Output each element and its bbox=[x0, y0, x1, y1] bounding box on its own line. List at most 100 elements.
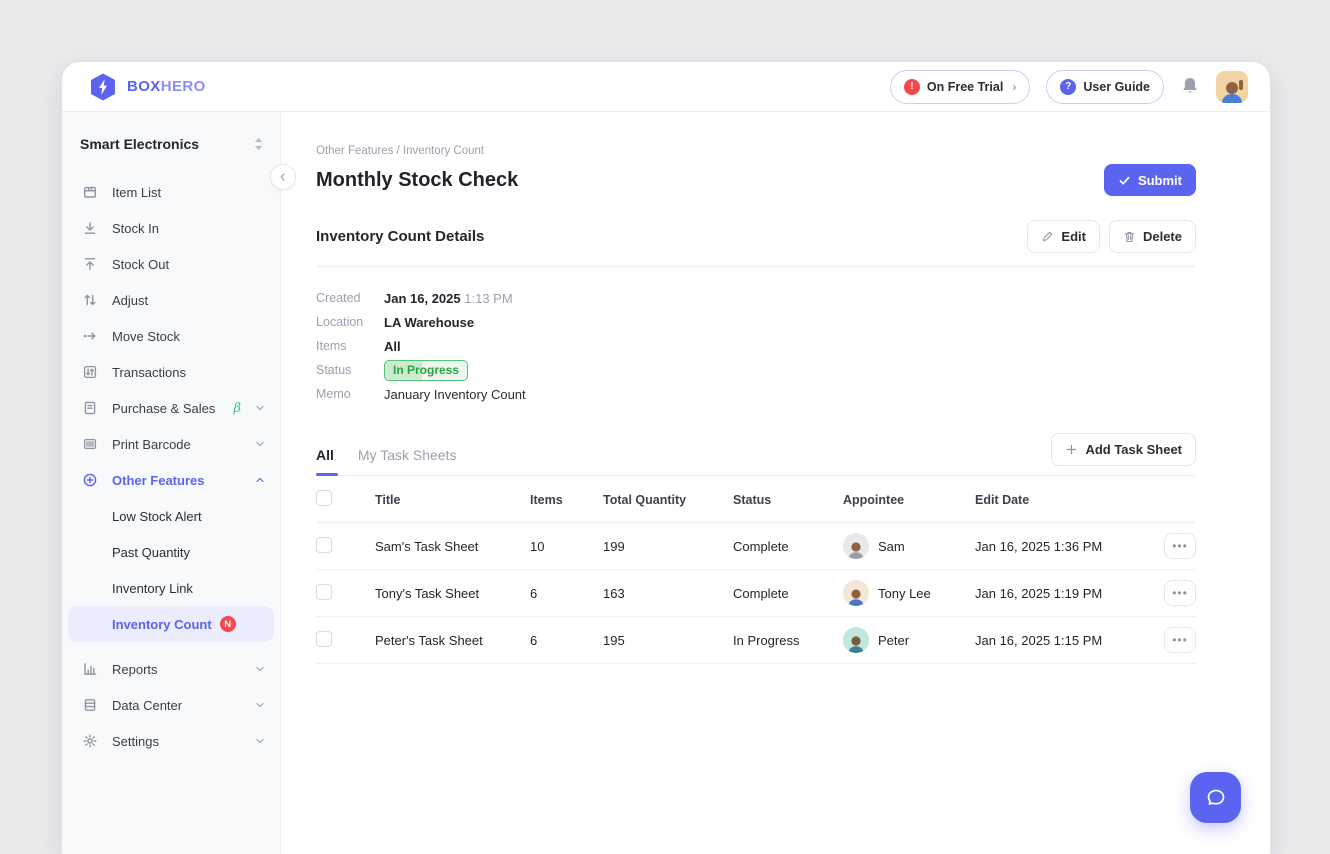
sidebar-item-label: Purchase & Sales bbox=[112, 401, 218, 416]
inventory-count-details: Created Jan 16, 2025 1:13 PM Location LA… bbox=[316, 286, 1196, 406]
sidebar-item-label: Other Features bbox=[112, 473, 241, 488]
sidebar-item-reports[interactable]: Reports bbox=[62, 651, 280, 687]
chat-bubble-icon bbox=[1204, 786, 1228, 810]
box-icon bbox=[82, 184, 99, 201]
row-checkbox[interactable] bbox=[316, 584, 332, 600]
bar-chart-icon bbox=[82, 661, 99, 678]
sidebar-item-inventory-link[interactable]: Inventory Link bbox=[68, 570, 274, 606]
row-checkbox[interactable] bbox=[316, 631, 332, 647]
app-window: BOXHERO ! On Free Trial › ? User Guide bbox=[62, 62, 1270, 854]
workspace-name: Smart Electronics bbox=[80, 136, 199, 152]
cell-edit-date: Jan 16, 2025 1:19 PM bbox=[975, 570, 1126, 617]
edit-button[interactable]: Edit bbox=[1027, 220, 1100, 253]
table-row[interactable]: Peter's Task Sheet 6 195 In Progress Pet… bbox=[316, 617, 1196, 664]
cell-items: 10 bbox=[530, 523, 603, 570]
chevron-right-icon: › bbox=[1012, 80, 1016, 94]
chevron-down-icon bbox=[254, 699, 266, 711]
column-edit-date: Edit Date bbox=[975, 476, 1126, 523]
page-title: Monthly Stock Check bbox=[316, 169, 518, 192]
user-avatar[interactable] bbox=[1216, 71, 1248, 103]
cell-title: Sam's Task Sheet bbox=[375, 523, 530, 570]
appointee-avatar bbox=[843, 627, 869, 653]
gear-icon bbox=[82, 733, 99, 750]
tab-all[interactable]: All bbox=[316, 447, 334, 475]
sidebar-item-adjust[interactable]: Adjust bbox=[62, 282, 280, 318]
check-icon bbox=[1118, 174, 1131, 187]
sidebar-item-label: Past Quantity bbox=[112, 545, 190, 560]
cell-appointee: Peter bbox=[843, 617, 975, 664]
chevron-down-icon bbox=[254, 438, 266, 450]
submit-button[interactable]: Submit bbox=[1104, 164, 1196, 196]
created-label: Created bbox=[316, 291, 384, 305]
delete-button[interactable]: Delete bbox=[1109, 220, 1196, 253]
arrow-up-from-line-icon bbox=[82, 256, 99, 273]
chevron-down-icon bbox=[254, 735, 266, 747]
cell-title: Tony's Task Sheet bbox=[375, 570, 530, 617]
trial-label: On Free Trial bbox=[927, 80, 1003, 94]
sidebar-item-stock-in[interactable]: Stock In bbox=[62, 210, 280, 246]
table-row[interactable]: Sam's Task Sheet 10 199 Complete Sam bbox=[316, 523, 1196, 570]
trash-icon bbox=[1123, 230, 1136, 244]
boxhero-wordmark: BOXHERO bbox=[127, 78, 206, 95]
row-actions-button[interactable]: ••• bbox=[1164, 580, 1196, 606]
sidebar-item-move-stock[interactable]: Move Stock bbox=[62, 318, 280, 354]
row-actions-button[interactable]: ••• bbox=[1164, 627, 1196, 653]
add-task-sheet-button[interactable]: Add Task Sheet bbox=[1051, 433, 1196, 466]
sidebar-item-purchase-sales[interactable]: Purchase & Sales β bbox=[62, 390, 280, 426]
breadcrumb[interactable]: Other Features / Inventory Count bbox=[316, 112, 1196, 157]
cell-total-quantity: 199 bbox=[603, 523, 733, 570]
boxhero-logo[interactable]: BOXHERO bbox=[88, 72, 206, 102]
sidebar-item-label: Print Barcode bbox=[112, 437, 241, 452]
section-title: Inventory Count Details bbox=[316, 228, 484, 245]
cell-status: In Progress bbox=[733, 617, 843, 664]
sidebar-item-transactions[interactable]: Transactions bbox=[62, 354, 280, 390]
items-value: All bbox=[384, 339, 401, 354]
sidebar-item-label: Reports bbox=[112, 662, 241, 677]
notifications-bell-icon[interactable] bbox=[1180, 76, 1200, 98]
sidebar-item-other-features[interactable]: Other Features bbox=[62, 462, 280, 498]
sidebar-collapse-button[interactable] bbox=[270, 164, 296, 190]
sidebar-item-settings[interactable]: Settings bbox=[62, 723, 280, 759]
on-free-trial-button[interactable]: ! On Free Trial › bbox=[890, 70, 1030, 104]
chevron-down-icon bbox=[254, 663, 266, 675]
barcode-icon bbox=[82, 436, 99, 453]
cell-appointee: Tony Lee bbox=[843, 570, 975, 617]
trial-alert-icon: ! bbox=[904, 79, 920, 95]
arrows-up-down-icon bbox=[82, 292, 99, 309]
column-appointee: Appointee bbox=[843, 476, 975, 523]
created-value: Jan 16, 2025 1:13 PM bbox=[384, 291, 513, 306]
sidebar-item-stock-out[interactable]: Stock Out bbox=[62, 246, 280, 282]
sidebar-item-label: Item List bbox=[112, 185, 266, 200]
column-total-quantity: Total Quantity bbox=[603, 476, 733, 523]
sidebar-item-data-center[interactable]: Data Center bbox=[62, 687, 280, 723]
sidebar-item-inventory-count[interactable]: Inventory Count N bbox=[68, 606, 274, 642]
appointee-avatar bbox=[843, 533, 869, 559]
select-all-checkbox[interactable] bbox=[316, 490, 332, 506]
chat-support-button[interactable] bbox=[1190, 772, 1241, 823]
beta-badge: β bbox=[233, 401, 241, 416]
help-icon: ? bbox=[1060, 79, 1076, 95]
plus-icon bbox=[1065, 443, 1078, 456]
row-checkbox[interactable] bbox=[316, 537, 332, 553]
table-row[interactable]: Tony's Task Sheet 6 163 Complete Tony Le… bbox=[316, 570, 1196, 617]
status-label: Status bbox=[316, 363, 384, 377]
top-bar: BOXHERO ! On Free Trial › ? User Guide bbox=[62, 62, 1270, 112]
sidebar-item-print-barcode[interactable]: Print Barcode bbox=[62, 426, 280, 462]
sidebar: Smart Electronics Item List Stock In bbox=[62, 112, 281, 854]
new-badge: N bbox=[220, 616, 236, 632]
sidebar-item-label: Low Stock Alert bbox=[112, 509, 202, 524]
user-guide-button[interactable]: ? User Guide bbox=[1046, 70, 1164, 104]
sidebar-item-item-list[interactable]: Item List bbox=[62, 174, 280, 210]
sidebar-item-past-quantity[interactable]: Past Quantity bbox=[68, 534, 274, 570]
cell-items: 6 bbox=[530, 617, 603, 664]
tab-my-task-sheets[interactable]: My Task Sheets bbox=[358, 447, 457, 475]
transactions-icon bbox=[82, 364, 99, 381]
row-actions-button[interactable]: ••• bbox=[1164, 533, 1196, 559]
cell-total-quantity: 195 bbox=[603, 617, 733, 664]
cell-appointee: Sam bbox=[843, 523, 975, 570]
sidebar-item-label: Inventory Link bbox=[112, 581, 193, 596]
table-header-row: Title Items Total Quantity Status Appoin… bbox=[316, 476, 1196, 523]
sidebar-item-low-stock-alert[interactable]: Low Stock Alert bbox=[68, 498, 274, 534]
workspace-switcher-icon[interactable] bbox=[253, 137, 264, 151]
user-avatar-image bbox=[1219, 79, 1245, 103]
